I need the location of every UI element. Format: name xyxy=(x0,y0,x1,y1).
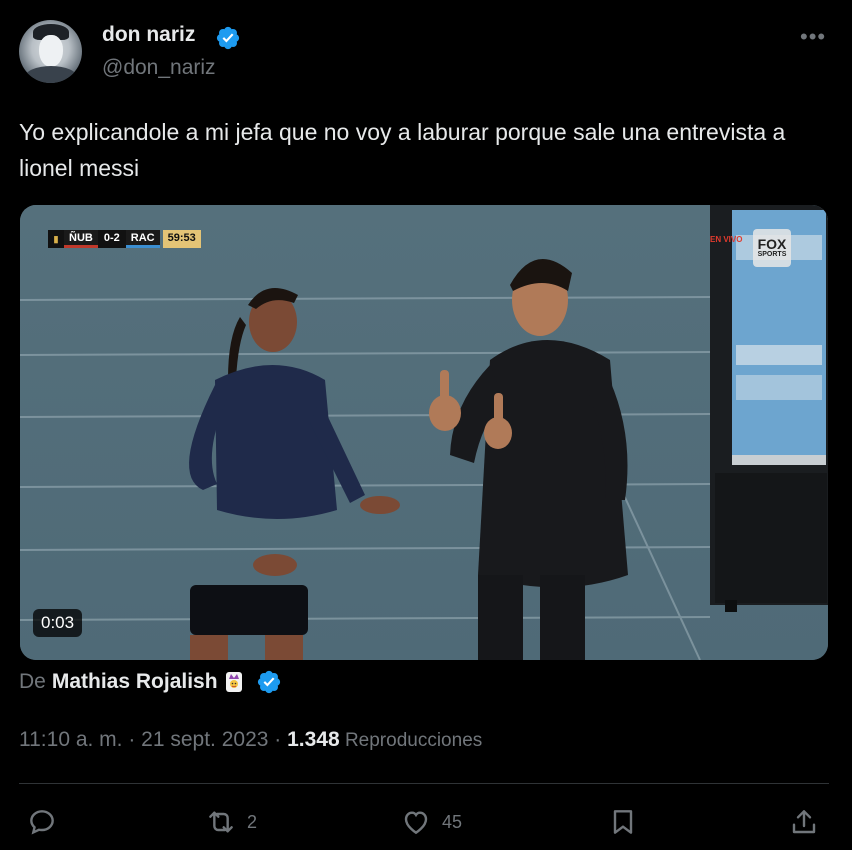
broadcaster-logo: FOX SPORTS xyxy=(753,229,791,267)
tournament-logo-icon: ▮ xyxy=(48,230,64,248)
view-count: 1.348 xyxy=(287,728,340,751)
retweet-icon xyxy=(209,811,233,833)
live-label: EN VIVO xyxy=(710,235,743,244)
author-handle[interactable]: @don_nariz xyxy=(102,56,216,80)
bookmark-button[interactable] xyxy=(607,800,649,844)
video-player[interactable]: ▮ ÑUB 0-2 RAC 59:53 EN VIVO FOX SPORTS 0… xyxy=(20,205,828,660)
view-count-label: Reproducciones xyxy=(339,730,483,751)
avatar[interactable] xyxy=(19,20,82,83)
verified-badge-icon xyxy=(257,670,280,694)
tweet-meta: 11:10 a. m. · 21 sept. 2023 · 1.348 Repr… xyxy=(19,728,482,752)
verified-badge-icon xyxy=(216,26,240,50)
team1-label: ÑUB xyxy=(64,230,98,248)
like-count: 45 xyxy=(442,811,463,832)
timestamp[interactable]: 11:10 a. m. · 21 sept. 2023 · xyxy=(19,728,287,751)
match-clock: 59:53 xyxy=(162,230,201,248)
reply-icon xyxy=(30,810,54,835)
team2-label: RAC xyxy=(125,230,160,248)
retweet-button[interactable]: 2 xyxy=(205,800,257,844)
author-name[interactable]: don nariz xyxy=(102,23,195,47)
bookmark-icon xyxy=(613,810,633,834)
attribution-prefix: De xyxy=(19,670,46,693)
joker-emoji-icon xyxy=(225,672,242,692)
action-bar: 2 45 xyxy=(0,800,852,844)
like-button[interactable]: 45 xyxy=(400,800,462,844)
score-label: 0-2 xyxy=(97,230,126,248)
share-icon xyxy=(792,810,816,834)
divider xyxy=(19,783,829,784)
share-button[interactable] xyxy=(788,800,830,844)
retweet-count: 2 xyxy=(247,811,258,832)
tweet-text: Yo explicandole a mi jefa que no voy a l… xyxy=(19,119,786,181)
video-duration: 0:03 xyxy=(33,609,83,637)
like-icon xyxy=(404,811,428,835)
reply-button[interactable] xyxy=(26,800,68,844)
video-attribution: De Mathias Rojalish xyxy=(19,669,282,695)
video-frame xyxy=(20,205,828,660)
scoreboard: ▮ ÑUB 0-2 RAC 59:53 xyxy=(48,230,201,248)
more-icon[interactable]: ••• xyxy=(800,24,826,50)
attribution-author[interactable]: Mathias Rojalish xyxy=(52,670,218,694)
